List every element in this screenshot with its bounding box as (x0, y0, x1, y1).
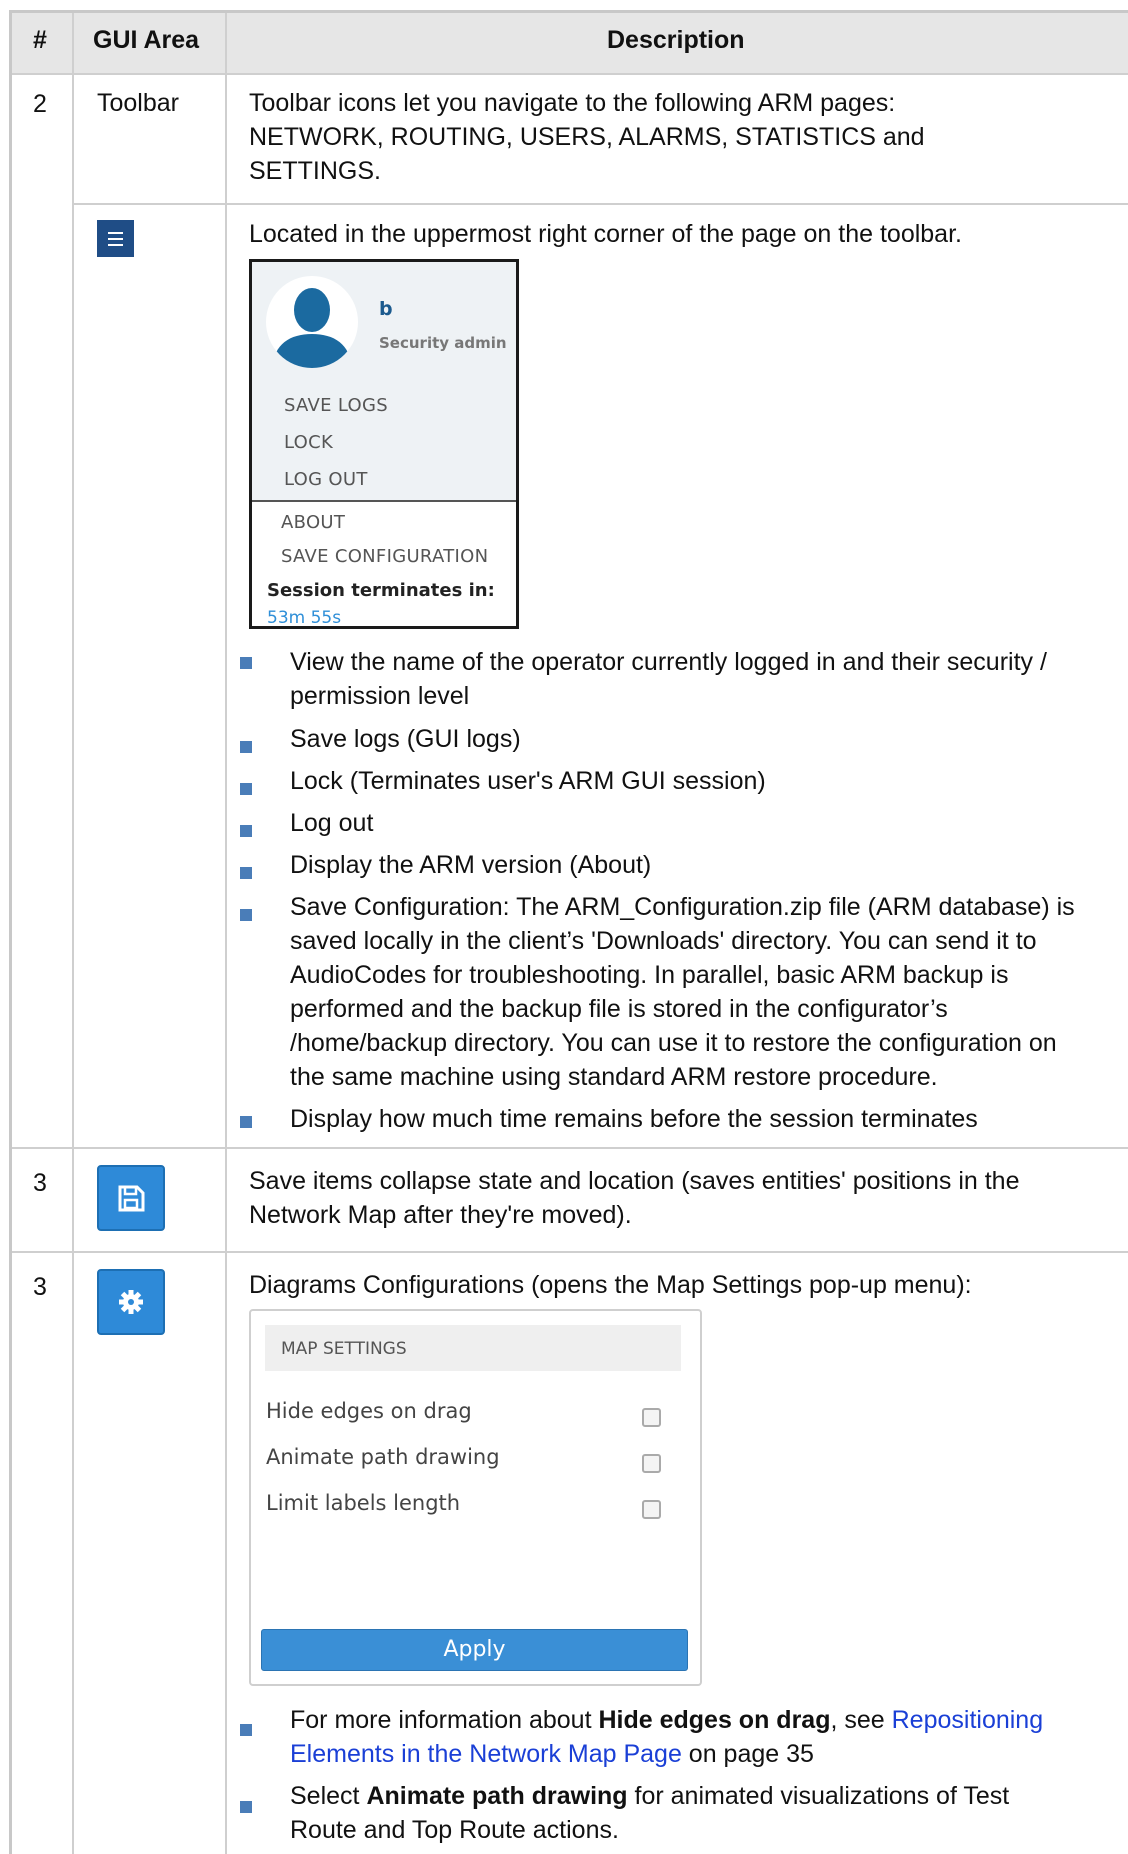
user-name: b (379, 298, 393, 320)
bullet-line: Elements in the Network Map Page on page… (290, 1737, 1110, 1771)
bullet-line: saved locally in the client’s 'Downloads… (290, 927, 1037, 955)
user-role: Security admin (379, 334, 507, 352)
bold-term: Hide edges on drag (598, 1706, 831, 1734)
row-description: Save items collapse state and location (… (249, 1164, 1109, 1232)
option-animate-path-label: Animate path drawing (266, 1445, 500, 1469)
bullet-text: View the name of the operator currently … (290, 645, 1110, 713)
menu-item-log-out[interactable]: LOG OUT (284, 469, 368, 490)
session-time: 53m 55s (267, 608, 342, 628)
bullet-line: AudioCodes for troubleshooting. In paral… (290, 961, 1009, 989)
bullet-line: permission level (290, 682, 470, 710)
row-divider (12, 1251, 1128, 1253)
save-icon (118, 1185, 145, 1212)
hamburger-glyph (108, 232, 123, 246)
hamburger-menu-icon[interactable] (97, 220, 134, 257)
bullet-marker (240, 783, 252, 795)
bullet-text: For more information about Hide edges on… (290, 1703, 1110, 1771)
repositioning-link[interactable]: Repositioning (892, 1706, 1044, 1734)
option-limit-labels-label: Limit labels length (266, 1491, 461, 1515)
col-divider (225, 13, 227, 1854)
bullet-text: Select Animate path drawing for animated… (290, 1779, 1110, 1847)
menu-item-lock[interactable]: LOCK (284, 432, 333, 453)
row-divider (72, 203, 1128, 205)
bullet-marker (240, 1116, 252, 1128)
row-num: 3 (33, 1169, 47, 1197)
bullet-line: Route and Top Route actions. (290, 1816, 619, 1844)
bullet-marker (240, 909, 252, 921)
bullet-line: For more information about Hide edges on… (290, 1703, 1110, 1737)
gear-icon (119, 1290, 143, 1314)
bold-term: Animate path drawing (366, 1782, 628, 1810)
diagram-settings-button[interactable] (97, 1269, 165, 1335)
col-divider (72, 73, 74, 203)
repositioning-link-cont[interactable]: Elements in the Network Map Page (290, 1740, 682, 1768)
header-num: # (33, 26, 47, 54)
text-run: for animated visualizations of Test (627, 1782, 1010, 1810)
text-run: on page 35 (681, 1740, 814, 1768)
menu-item-about[interactable]: ABOUT (281, 512, 345, 533)
text-run: , see (830, 1706, 892, 1734)
bullet-text: Display how much time remains before the… (290, 1105, 978, 1133)
bullet-line: /home/backup directory. You can use it t… (290, 1029, 1057, 1057)
desc-line: SETTINGS. (249, 157, 381, 185)
desc-line: NETWORK, ROUTING, USERS, ALARMS, STATIST… (249, 123, 925, 151)
menu-item-save-configuration[interactable]: SAVE CONFIGURATION (281, 546, 488, 567)
user-avatar (266, 276, 358, 368)
desc-line: Toolbar icons let you navigate to the fo… (249, 89, 896, 117)
bullet-text: Lock (Terminates user's ARM GUI session) (290, 767, 766, 795)
header-description: Description (607, 26, 745, 54)
text-run: Select (290, 1782, 367, 1810)
map-settings-title: MAP SETTINGS (281, 1339, 407, 1359)
bullet-line: Select Animate path drawing for animated… (290, 1779, 1110, 1813)
bullet-line: performed and the backup file is stored … (290, 995, 948, 1023)
header-gui-area: GUI Area (93, 26, 200, 54)
bullet-text: Save Configuration: The ARM_Configuratio… (290, 890, 1110, 1094)
animate-path-checkbox[interactable] (642, 1454, 661, 1473)
bullet-marker (240, 1801, 252, 1813)
bullet-marker (240, 741, 252, 753)
bullet-text: Log out (290, 809, 374, 837)
option-hide-edges-label: Hide edges on drag (266, 1399, 472, 1423)
col-divider (72, 204, 74, 1146)
user-menu-screenshot: b Security admin SAVE LOGS LOCK LOG OUT … (249, 259, 519, 629)
text-run: For more information about (290, 1706, 599, 1734)
row-description: Toolbar icons let you navigate to the fo… (249, 86, 1109, 188)
bullet-line: View the name of the operator currently … (290, 648, 1047, 676)
limit-labels-checkbox[interactable] (642, 1500, 661, 1519)
map-settings-intro: Diagrams Configurations (opens the Map S… (249, 1271, 972, 1299)
hide-edges-checkbox[interactable] (642, 1408, 661, 1427)
gui-area-label: Toolbar (97, 89, 179, 117)
desc-line: Network Map after they're moved). (249, 1201, 632, 1229)
bullet-marker (240, 825, 252, 837)
bullet-line: Save Configuration: The ARM_Configuratio… (290, 893, 1075, 921)
menu-separator (252, 500, 516, 502)
bullet-marker (240, 1724, 252, 1736)
row-num: 3 (33, 1273, 47, 1301)
row-divider (12, 73, 1128, 75)
row-num: 2 (33, 90, 47, 118)
session-label: Session terminates in: (267, 580, 495, 601)
col-divider (72, 13, 74, 73)
desc-line: Save items collapse state and location (… (249, 1167, 1020, 1195)
row-divider (12, 1147, 1128, 1149)
bullet-text: Display the ARM version (About) (290, 851, 652, 879)
apply-button[interactable]: Apply (261, 1629, 688, 1671)
map-settings-screenshot: MAP SETTINGS Hide edges on drag Animate … (249, 1309, 702, 1686)
toolbar-menu-intro: Located in the uppermost right corner of… (249, 220, 962, 248)
bullet-text: Save logs (GUI logs) (290, 725, 521, 753)
bullet-line: the same machine using standard ARM rest… (290, 1063, 938, 1091)
bullet-marker (240, 657, 252, 669)
bullet-marker (240, 867, 252, 879)
menu-item-save-logs[interactable]: SAVE LOGS (284, 395, 388, 416)
avatar-silhouette (272, 288, 352, 368)
save-button[interactable] (97, 1165, 165, 1231)
